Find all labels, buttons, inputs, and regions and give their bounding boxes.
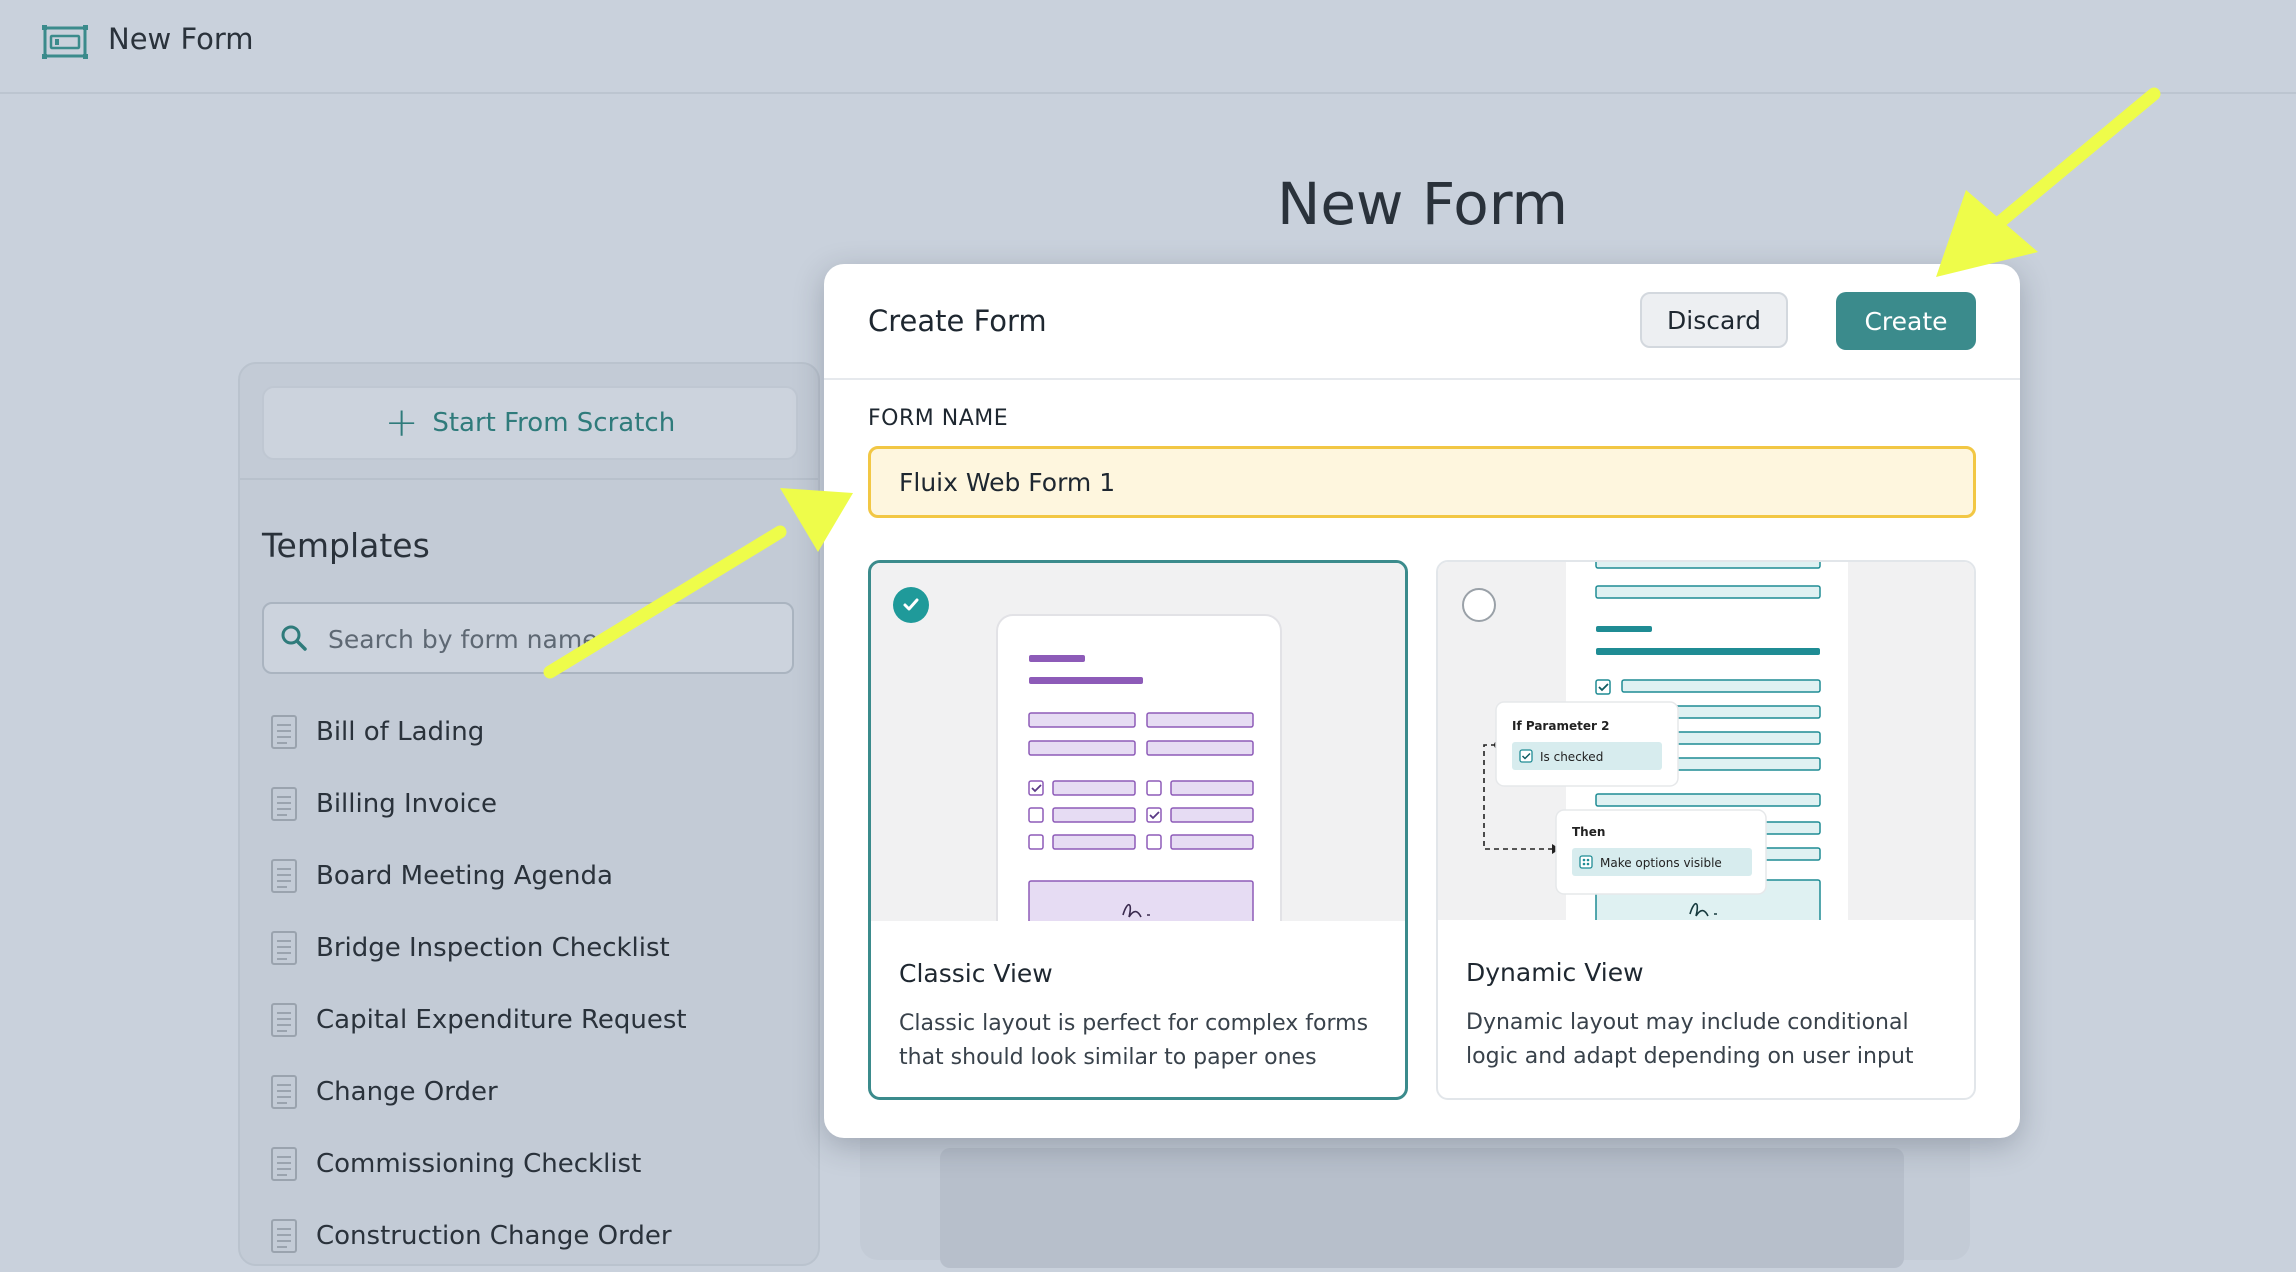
document-icon (271, 1003, 297, 1037)
background-preview-block (940, 1148, 1904, 1268)
form-name-label: FORM NAME (868, 406, 1009, 431)
dialog-title: Create Form (868, 304, 1047, 338)
templates-heading: Templates (262, 526, 430, 565)
document-icon (271, 859, 297, 893)
plus-icon: + (384, 400, 419, 446)
template-item[interactable]: Billing Invoice (270, 768, 810, 840)
document-icon (271, 715, 297, 749)
make-options-visible-label: Make options visible (1600, 856, 1722, 870)
dialog-divider (824, 378, 2020, 380)
is-checked-label: Is checked (1540, 750, 1603, 764)
template-label: Bridge Inspection Checklist (316, 933, 670, 963)
dynamic-view-option[interactable]: If Parameter 2 Is checked Then Make opti… (1436, 560, 1976, 1100)
document-icon (271, 1147, 297, 1181)
app-title: New Form (108, 22, 254, 56)
template-item[interactable]: Capital Expenditure Request (270, 984, 810, 1056)
template-item[interactable]: Board Meeting Agenda (270, 840, 810, 912)
selected-radio[interactable] (893, 587, 929, 623)
template-label: Board Meeting Agenda (316, 861, 613, 891)
template-label: Construction Change Order (316, 1221, 672, 1251)
template-label: Change Order (316, 1077, 498, 1107)
panel-divider (240, 478, 818, 480)
templates-panel: + Start From Scratch Templates Bill of L… (238, 362, 820, 1266)
create-form-dialog: Create Form Discard Create FORM NAME Flu… (824, 264, 2020, 1138)
start-from-scratch-label: Start From Scratch (432, 408, 676, 438)
if-parameter-label: If Parameter 2 (1512, 719, 1609, 733)
classic-view-title: Classic View (899, 959, 1053, 988)
classic-layout-preview (871, 563, 1405, 946)
classic-view-description: Classic layout is perfect for complex fo… (899, 1011, 1369, 1070)
then-label: Then (1572, 825, 1605, 839)
template-item[interactable]: Bill of Lading (270, 696, 810, 768)
classic-form-illustration (996, 614, 1282, 946)
template-label: Commissioning Checklist (316, 1149, 642, 1179)
classic-view-option[interactable]: Classic View Classic layout is perfect f… (868, 560, 1408, 1100)
dynamic-view-description: Dynamic layout may include conditional l… (1466, 1010, 1914, 1069)
template-label: Billing Invoice (316, 789, 497, 819)
template-item[interactable]: Construction Change Order (270, 1200, 810, 1272)
template-label: Capital Expenditure Request (316, 1005, 687, 1035)
document-icon (271, 1219, 297, 1253)
unselected-radio[interactable] (1462, 588, 1496, 622)
dynamic-form-illustration: If Parameter 2 Is checked Then Make opti… (1483, 562, 1848, 941)
template-item[interactable]: Commissioning Checklist (270, 1128, 810, 1200)
template-search[interactable] (262, 602, 794, 674)
document-icon (271, 787, 297, 821)
template-label: Bill of Lading (316, 717, 485, 747)
top-bar: New Form (0, 0, 2296, 94)
template-item[interactable]: Change Order (270, 1056, 810, 1128)
page-title: New Form (1276, 170, 1569, 238)
document-icon (271, 931, 297, 965)
form-window-icon (42, 25, 88, 59)
create-button[interactable]: Create (1836, 292, 1976, 350)
search-icon (281, 625, 307, 651)
template-list: Bill of Lading Billing Invoice Board Mee… (270, 696, 810, 1272)
check-icon (903, 598, 919, 611)
document-icon (271, 1075, 297, 1109)
template-item[interactable]: Bridge Inspection Checklist (270, 912, 810, 984)
search-input[interactable] (326, 604, 770, 674)
dynamic-view-title: Dynamic View (1466, 958, 1644, 987)
start-from-scratch-button[interactable]: + Start From Scratch (262, 386, 798, 460)
form-name-input[interactable] (868, 446, 1976, 518)
discard-button[interactable]: Discard (1640, 292, 1788, 348)
dynamic-layout-preview: If Parameter 2 Is checked Then Make opti… (1438, 562, 1974, 941)
